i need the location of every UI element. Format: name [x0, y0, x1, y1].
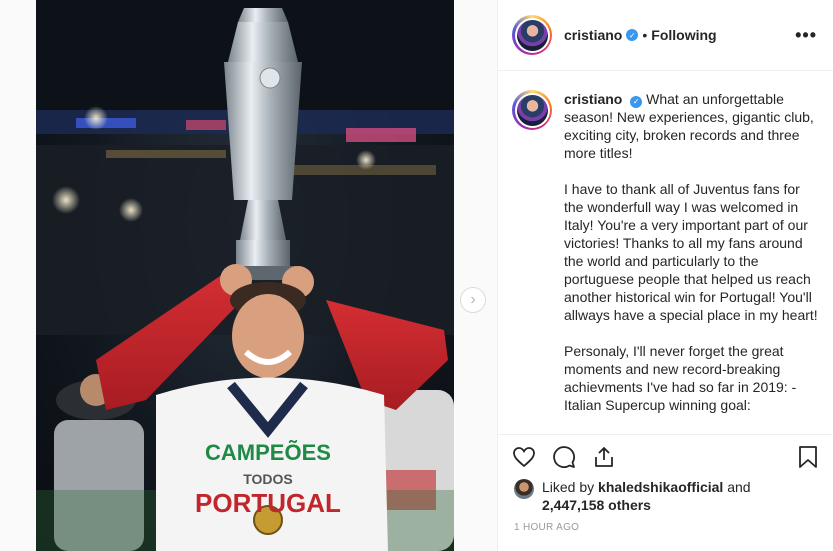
liker-avatar[interactable]: [514, 479, 534, 499]
bookmark-icon[interactable]: [794, 443, 822, 471]
likes-text: Liked by khaledshikaofficial and 2,447,1…: [542, 478, 751, 514]
more-options-icon[interactable]: •••: [795, 25, 817, 46]
author-avatar[interactable]: [512, 15, 552, 55]
avatar-image: [516, 19, 548, 51]
heart-icon[interactable]: [510, 443, 538, 471]
post-actions-bar: [498, 434, 833, 478]
shirt-text-3: PORTUGAL: [195, 488, 341, 518]
player-face: [232, 294, 304, 378]
comment-icon[interactable]: [550, 443, 578, 471]
caption-text: What an unforgettable season! New experi…: [564, 91, 818, 413]
page-gutter: [0, 0, 36, 551]
post-header: cristiano ✓ • Following •••: [498, 0, 833, 71]
post-timestamp[interactable]: 1 hour ago: [514, 522, 579, 533]
post-photo[interactable]: CAMPEÕES TODOS PORTUGAL: [36, 0, 454, 551]
following-button[interactable]: Following: [651, 27, 716, 43]
caption-body: cristiano ✓ What an unforgettable season…: [564, 90, 818, 434]
share-icon[interactable]: [590, 443, 618, 471]
post-photo-illustration: CAMPEÕES TODOS PORTUGAL: [36, 0, 454, 551]
caption-author-avatar[interactable]: [512, 90, 552, 130]
post-side-panel: cristiano ✓ • Following ••• cristiano ✓ …: [497, 0, 833, 551]
chevron-right-icon: ›: [470, 291, 476, 308]
header-separator: •: [642, 27, 648, 43]
caption-username[interactable]: cristiano: [564, 91, 622, 107]
likes-summary: Liked by khaledshikaofficial and 2,447,1…: [514, 478, 751, 514]
verified-badge-icon: ✓: [626, 29, 639, 41]
likes-count[interactable]: 2,447,158 others: [542, 497, 651, 513]
author-username[interactable]: cristiano: [564, 27, 622, 43]
carousel-next-button[interactable]: ›: [460, 287, 486, 313]
caption-section: cristiano ✓ What an unforgettable season…: [498, 72, 833, 434]
shirt-text-2: TODOS: [243, 471, 293, 487]
likes-and: and: [727, 479, 751, 495]
avatar-image: [516, 94, 548, 126]
shirt-text-1: CAMPEÕES: [205, 440, 331, 465]
liker-username[interactable]: khaledshikaofficial: [598, 479, 723, 495]
verified-badge-icon: ✓: [630, 96, 643, 108]
likes-prefix: Liked by: [542, 479, 595, 495]
